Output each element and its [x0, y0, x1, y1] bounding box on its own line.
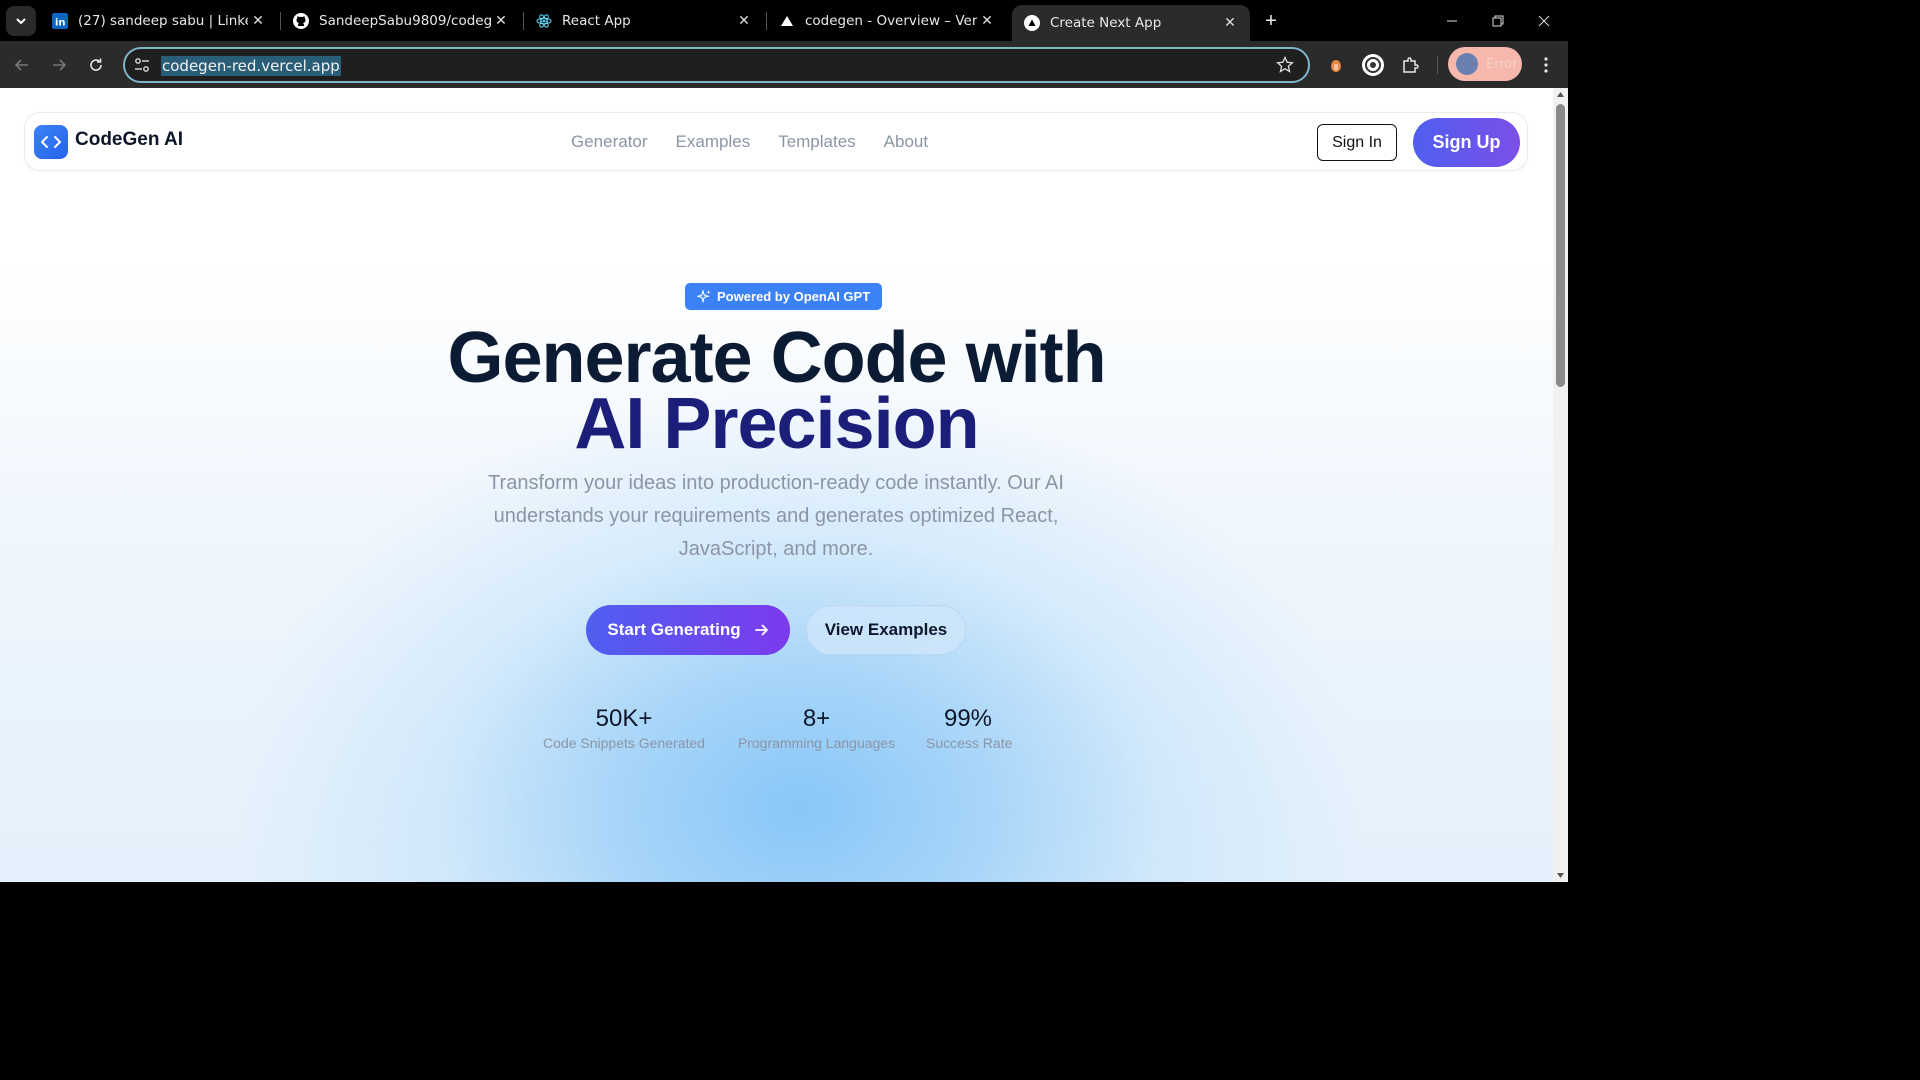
sign-up-button[interactable]: Sign Up [1413, 118, 1520, 167]
close-icon[interactable]: ✕ [248, 11, 268, 31]
tab-search-button[interactable] [6, 6, 36, 36]
nav-link-about[interactable]: About [884, 132, 928, 152]
more-vertical-icon [1544, 57, 1548, 73]
scroll-down-arrow-icon[interactable] [1556, 871, 1565, 880]
back-button[interactable] [8, 51, 36, 79]
puzzle-icon [1403, 57, 1419, 73]
stat-label: Programming Languages [737, 735, 896, 751]
extension-flame-icon [1331, 60, 1341, 72]
chevron-down-icon [16, 18, 26, 25]
stat-label: Code Snippets Generated [543, 735, 705, 751]
browser-tab-strip: in (27) sandeep sabu | LinkedIn ✕ Sandee… [0, 0, 1568, 41]
arrow-right-icon [53, 59, 67, 71]
start-generating-label: Start Generating [607, 620, 741, 639]
browser-toolbar: codegen-red.vercel.app Error [0, 41, 1568, 88]
stat-success-rate: 99% Success Rate [926, 705, 1013, 751]
arrow-left-icon [14, 59, 28, 71]
minimize-icon [1447, 20, 1457, 21]
arrow-right-icon [754, 624, 768, 636]
powered-by-badge: Powered by OpenAI GPT [685, 283, 883, 310]
badge-text: Powered by OpenAI GPT [717, 289, 871, 304]
stat-value: 99% [943, 705, 993, 732]
nav-link-templates[interactable]: Templates [778, 132, 855, 152]
browser-tab-react[interactable]: React App ✕ [524, 0, 764, 41]
browser-tab-linkedin[interactable]: in (27) sandeep sabu | LinkedIn ✕ [40, 0, 278, 41]
nav-links: Generator Examples Templates About [571, 132, 928, 152]
close-icon[interactable]: ✕ [734, 11, 754, 31]
vercel-icon [1024, 15, 1040, 31]
code-logo-icon[interactable] [34, 125, 68, 159]
close-icon[interactable]: ✕ [977, 11, 997, 31]
address-bar[interactable]: codegen-red.vercel.app [123, 47, 1310, 83]
minimize-button[interactable] [1429, 0, 1475, 41]
site-navbar: CodeGen AI Generator Examples Templates … [24, 112, 1528, 171]
stat-value: 8+ [802, 705, 831, 732]
brand-name[interactable]: CodeGen AI [75, 129, 183, 151]
plus-icon: + [1265, 9, 1277, 32]
close-icon[interactable]: ✕ [1220, 13, 1240, 33]
avatar [1456, 53, 1478, 75]
toolbar-separator [1437, 56, 1438, 74]
scroll-up-arrow-icon[interactable] [1556, 90, 1565, 99]
restore-icon [1492, 15, 1504, 26]
extensions-menu-button[interactable] [1397, 52, 1423, 78]
react-icon [536, 13, 552, 29]
browser-tab-github[interactable]: SandeepSabu9809/codegen ✕ [281, 0, 521, 41]
stat-snippets: 50K+ Code Snippets Generated [543, 705, 705, 751]
bookmark-star-icon[interactable] [1276, 56, 1294, 74]
view-examples-button[interactable]: View Examples [806, 605, 966, 655]
close-icon [1538, 15, 1550, 26]
tab-title: (27) sandeep sabu | LinkedIn [78, 12, 248, 29]
stat-value: 50K+ [595, 705, 653, 732]
tab-title: SandeepSabu9809/codegen [319, 12, 491, 29]
tab-title: codegen - Overview – Vercel [805, 12, 977, 29]
reload-button[interactable] [82, 51, 110, 79]
nav-link-generator[interactable]: Generator [571, 132, 648, 152]
close-window-button[interactable] [1521, 0, 1567, 41]
hero-subtitle: Transform your ideas into production-rea… [488, 472, 1064, 560]
github-icon [293, 12, 309, 29]
browser-tab-active[interactable]: Create Next App ✕ [1012, 5, 1250, 41]
forward-button[interactable] [45, 51, 73, 79]
close-icon[interactable]: ✕ [491, 11, 511, 31]
hero-title-accent: AI Precision [574, 384, 979, 464]
profile-status: Error [1486, 56, 1518, 72]
page-viewport: CodeGen AI Generator Examples Templates … [0, 88, 1553, 882]
scrollbar-thumb[interactable] [1556, 104, 1565, 387]
hero-title: Generate Code with AI Precision [0, 322, 1553, 464]
nav-link-examples[interactable]: Examples [676, 132, 751, 152]
sign-in-button[interactable]: Sign In [1317, 124, 1397, 161]
extension-button[interactable] [1323, 52, 1349, 78]
reload-icon [90, 58, 102, 71]
extension-circle-icon [1362, 54, 1384, 76]
svg-text:in: in [55, 17, 66, 28]
stat-label: Success Rate [926, 735, 1013, 751]
browser-tab-vercel[interactable]: codegen - Overview – Vercel ✕ [767, 0, 1007, 41]
restore-button[interactable] [1475, 0, 1521, 41]
start-generating-button[interactable]: Start Generating [586, 605, 790, 655]
url-text[interactable]: codegen-red.vercel.app [161, 56, 341, 76]
browser-menu-button[interactable] [1534, 53, 1558, 77]
page-scrollbar[interactable] [1553, 88, 1568, 882]
new-tab-button[interactable]: + [1258, 8, 1284, 34]
vercel-icon [779, 13, 795, 29]
site-settings-icon[interactable] [133, 56, 151, 74]
extension-button[interactable] [1360, 52, 1386, 78]
tab-title: React App [562, 12, 631, 29]
tab-title: Create Next App [1050, 15, 1162, 31]
stat-languages: 8+ Programming Languages [737, 705, 896, 751]
sparkles-icon [697, 289, 711, 304]
linkedin-icon: in [52, 12, 68, 29]
profile-button[interactable]: Error [1448, 47, 1522, 81]
